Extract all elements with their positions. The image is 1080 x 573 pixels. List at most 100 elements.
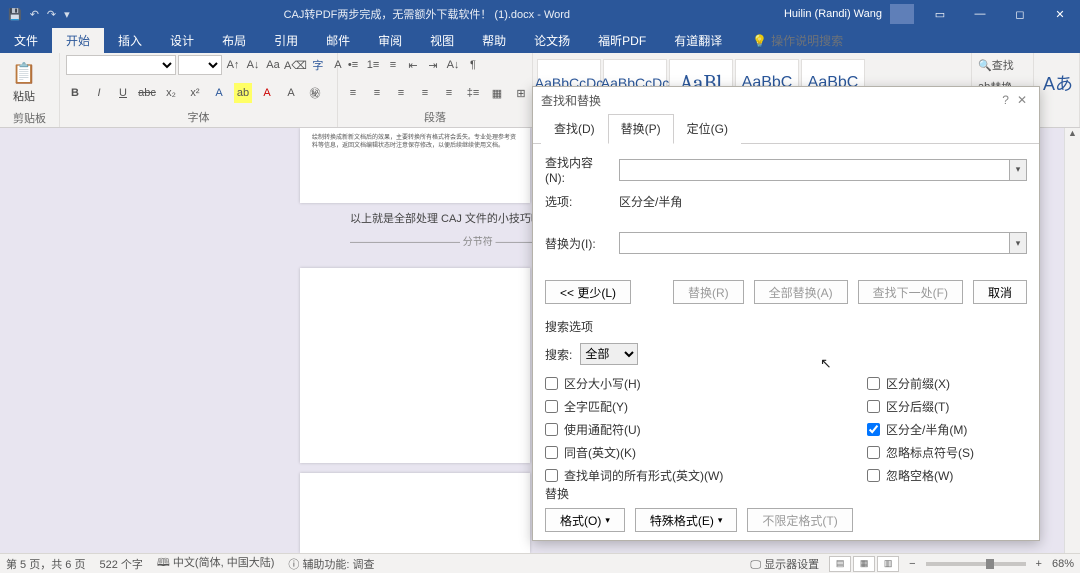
font-color-button[interactable]: A bbox=[258, 83, 276, 103]
tab-view[interactable]: 视图 bbox=[416, 28, 468, 53]
sort-button[interactable]: A↓ bbox=[444, 55, 462, 75]
tab-layout[interactable]: 布局 bbox=[208, 28, 260, 53]
find-next-button[interactable]: 查找下一处(F) bbox=[858, 280, 963, 304]
line-spacing-button[interactable]: ‡≡ bbox=[464, 83, 482, 103]
align-center-button[interactable]: ≡ bbox=[368, 83, 386, 103]
chk-fullhalf[interactable]: 区分全/半角(M) bbox=[867, 421, 1027, 438]
translate-addin-button[interactable]: Aあ bbox=[1040, 55, 1076, 110]
replace-with-dropdown-icon[interactable]: ▾ bbox=[1009, 232, 1027, 254]
dialog-titlebar[interactable]: 查找和替换 ? ✕ bbox=[533, 87, 1039, 113]
change-case-button[interactable]: Aa bbox=[264, 55, 282, 75]
chk-prefix[interactable]: 区分前缀(X) bbox=[867, 375, 1027, 392]
tab-file[interactable]: 文件 bbox=[0, 28, 52, 53]
status-accessibility[interactable]: ⓘ 辅助功能: 调查 bbox=[288, 556, 374, 572]
chk-wildcards[interactable]: 使用通配符(U) bbox=[545, 421, 867, 438]
tell-me[interactable]: 💡 bbox=[752, 28, 871, 53]
save-icon[interactable]: 💾 bbox=[8, 8, 22, 21]
find-what-input[interactable] bbox=[619, 159, 1009, 181]
font-family-select[interactable] bbox=[66, 55, 176, 75]
zoom-in-icon[interactable]: + bbox=[1036, 558, 1042, 570]
tab-find-dlg[interactable]: 查找(D) bbox=[541, 114, 608, 144]
grow-font-button[interactable]: A↑ bbox=[224, 55, 242, 75]
tab-review[interactable]: 审阅 bbox=[364, 28, 416, 53]
status-wordcount[interactable]: 522 个字 bbox=[99, 556, 142, 572]
replace-one-button[interactable]: 替换(R) bbox=[673, 280, 744, 304]
tab-replace-dlg[interactable]: 替换(P) bbox=[608, 114, 674, 144]
font-size-select[interactable] bbox=[178, 55, 222, 75]
bold-button[interactable]: B bbox=[66, 83, 84, 103]
zoom-slider[interactable] bbox=[926, 562, 1026, 566]
view-web-icon[interactable]: ▥ bbox=[877, 556, 899, 572]
maximize-icon[interactable]: ◻ bbox=[1000, 0, 1040, 28]
tell-me-input[interactable] bbox=[771, 34, 871, 48]
strike-button[interactable]: abc bbox=[138, 83, 156, 103]
tab-references[interactable]: 引用 bbox=[260, 28, 312, 53]
qat-customize-icon[interactable]: ▾ bbox=[64, 8, 70, 21]
status-lang[interactable]: 🕮 中文(简体, 中国大陆) bbox=[157, 554, 274, 573]
undo-icon[interactable]: ↶ bbox=[30, 8, 39, 21]
tab-design[interactable]: 设计 bbox=[156, 28, 208, 53]
tab-home[interactable]: 开始 bbox=[52, 28, 104, 53]
chk-match-case[interactable]: 区分大小写(H) bbox=[545, 375, 867, 392]
indent-dec-button[interactable]: ⇤ bbox=[404, 55, 422, 75]
align-left-button[interactable]: ≡ bbox=[344, 83, 362, 103]
bullets-button[interactable]: •≡ bbox=[344, 55, 362, 75]
zoom-level[interactable]: 68% bbox=[1052, 558, 1074, 570]
less-button[interactable]: << 更少(L) bbox=[545, 280, 631, 304]
scroll-up-icon[interactable]: ▲ bbox=[1065, 128, 1080, 144]
multilevel-button[interactable]: ≡ bbox=[384, 55, 402, 75]
replace-all-button[interactable]: 全部替换(A) bbox=[754, 280, 848, 304]
align-right-button[interactable]: ≡ bbox=[392, 83, 410, 103]
tab-foxit[interactable]: 福昕PDF bbox=[584, 28, 660, 53]
find-what-dropdown-icon[interactable]: ▾ bbox=[1009, 159, 1027, 181]
tab-wenyang[interactable]: 论文扬 bbox=[520, 28, 584, 53]
paste-button[interactable]: 📋 粘贴 bbox=[6, 55, 42, 110]
tab-insert[interactable]: 插入 bbox=[104, 28, 156, 53]
phonetic-button[interactable]: 字 bbox=[309, 55, 327, 75]
indent-inc-button[interactable]: ⇥ bbox=[424, 55, 442, 75]
show-marks-button[interactable]: ¶ bbox=[464, 55, 482, 75]
cancel-button[interactable]: 取消 bbox=[973, 280, 1027, 304]
special-button[interactable]: 特殊格式(E)▾ bbox=[635, 508, 738, 532]
clear-format-button[interactable]: A⌫ bbox=[284, 55, 307, 75]
highlight-button[interactable]: ab bbox=[234, 83, 252, 103]
underline-button[interactable]: U bbox=[114, 83, 132, 103]
tab-help[interactable]: 帮助 bbox=[468, 28, 520, 53]
user-avatar[interactable] bbox=[890, 4, 914, 24]
dialog-help-icon[interactable]: ? bbox=[998, 93, 1013, 107]
replace-with-input[interactable] bbox=[619, 232, 1009, 254]
chk-suffix[interactable]: 区分后缀(T) bbox=[867, 398, 1027, 415]
chk-space[interactable]: 忽略空格(W) bbox=[867, 467, 1027, 484]
status-display-settings[interactable]: 🖵 显示器设置 bbox=[750, 556, 819, 572]
ribbon-display-icon[interactable]: ▭ bbox=[920, 0, 960, 28]
chk-punct[interactable]: 忽略标点符号(S) bbox=[867, 444, 1027, 461]
tab-goto-dlg[interactable]: 定位(G) bbox=[674, 114, 741, 144]
shrink-font-button[interactable]: A↓ bbox=[244, 55, 262, 75]
search-dir-select[interactable]: 全部 bbox=[580, 343, 638, 365]
enclose-char-button[interactable]: ㊙ bbox=[306, 83, 324, 103]
user-name[interactable]: Huilin (Randi) Wang bbox=[776, 8, 890, 20]
dialog-close-icon[interactable]: ✕ bbox=[1013, 93, 1031, 107]
text-effects-button[interactable]: A bbox=[210, 83, 228, 103]
vertical-scrollbar[interactable]: ▲ bbox=[1064, 128, 1080, 553]
redo-icon[interactable]: ↷ bbox=[47, 8, 56, 21]
chk-all-forms[interactable]: 查找单词的所有形式(英文)(W) bbox=[545, 467, 867, 484]
zoom-out-icon[interactable]: − bbox=[909, 558, 915, 570]
minimize-icon[interactable]: — bbox=[960, 0, 1000, 28]
chk-sounds-like[interactable]: 同音(英文)(K) bbox=[545, 444, 867, 461]
status-page[interactable]: 第 5 页，共 6 页 bbox=[6, 556, 85, 572]
numbering-button[interactable]: 1≡ bbox=[364, 55, 382, 75]
superscript-button[interactable]: x² bbox=[186, 83, 204, 103]
view-read-icon[interactable]: ▤ bbox=[829, 556, 851, 572]
chk-whole-word[interactable]: 全字匹配(Y) bbox=[545, 398, 867, 415]
no-formatting-button[interactable]: 不限定格式(T) bbox=[747, 508, 852, 532]
subscript-button[interactable]: x₂ bbox=[162, 83, 180, 103]
distribute-button[interactable]: ≡ bbox=[440, 83, 458, 103]
borders-button[interactable]: ⊞ bbox=[512, 83, 530, 103]
close-icon[interactable]: ✕ bbox=[1040, 0, 1080, 28]
char-shading-button[interactable]: A bbox=[282, 83, 300, 103]
find-button[interactable]: 🔍 查找 bbox=[978, 55, 1014, 75]
italic-button[interactable]: I bbox=[90, 83, 108, 103]
shading-button[interactable]: ▦ bbox=[488, 83, 506, 103]
tab-mailings[interactable]: 邮件 bbox=[312, 28, 364, 53]
